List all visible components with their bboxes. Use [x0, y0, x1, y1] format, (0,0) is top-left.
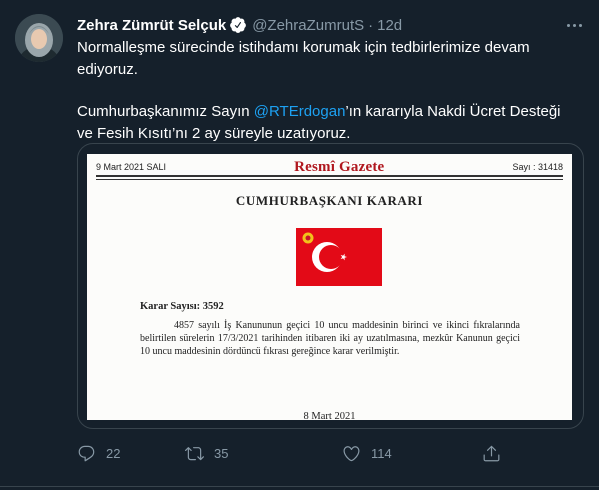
- gazette-header: 9 Mart 2021 SALI Resmî Gazete Sayı : 314…: [96, 158, 563, 176]
- like-icon: [343, 445, 360, 461]
- turkish-flag-icon: [296, 228, 382, 286]
- tweet-line-1: Normalleşme sürecinde istihdamı korumak …: [77, 39, 530, 78]
- avatar[interactable]: [15, 14, 63, 62]
- gazette-brand: Resmî Gazete: [294, 158, 385, 175]
- like-count: 114: [371, 445, 392, 461]
- reply-icon: [78, 445, 95, 461]
- verified-badge-icon: [229, 16, 247, 34]
- gazette-document: 9 Mart 2021 SALI Resmî Gazete Sayı : 314…: [87, 154, 572, 422]
- decision-title: CUMHURBAŞKANI KARARI: [235, 193, 424, 208]
- more-icon[interactable]: [563, 14, 585, 36]
- tweet-line-2: Cumhurbaşkanımız Sayın @RTErdogan’ın kar…: [77, 101, 577, 145]
- author-name[interactable]: Zehra Zümrüt Selçuk: [77, 17, 226, 34]
- decision-body: 4857 sayılı İş Kanununun geçici 10 uncu …: [140, 320, 520, 357]
- mention-link[interactable]: @RTErdogan: [254, 103, 346, 120]
- tweet-line-2-prefix: Cumhurbaşkanımız Sayın: [77, 103, 254, 120]
- tweet[interactable]: Zehra Zümrüt Selçuk @ZehraZumrutS · 12d …: [0, 0, 599, 490]
- reply-count: 22: [106, 445, 121, 461]
- divider: [0, 486, 599, 487]
- tweet-text: Normalleşme sürecinde istihdamı korumak …: [77, 37, 577, 145]
- media-card[interactable]: 9 Mart 2021 SALI Resmî Gazete Sayı : 314…: [77, 143, 584, 429]
- like-button[interactable]: 114: [342, 441, 392, 465]
- decision-date: 8 Mart 2021: [303, 411, 356, 422]
- share-icon: [483, 445, 500, 461]
- retweet-icon: [185, 446, 204, 460]
- author-handle[interactable]: @ZehraZumrutS: [252, 17, 364, 34]
- tweet-actions: 22 35 114: [77, 441, 517, 465]
- tweet-header: Zehra Zümrüt Selçuk @ZehraZumrutS · 12d: [77, 15, 402, 35]
- retweet-button[interactable]: 35: [185, 441, 228, 465]
- share-button[interactable]: [482, 441, 511, 465]
- separator: ·: [368, 16, 374, 34]
- retweet-count: 35: [214, 445, 229, 461]
- decision-number: Karar Sayısı: 3592: [140, 301, 224, 312]
- header-rule: [96, 175, 563, 177]
- gazette-date: 9 Mart 2021 SALI: [96, 162, 167, 172]
- reply-button[interactable]: 22: [77, 441, 120, 465]
- gazette-issue: Sayı : 31418: [512, 162, 563, 172]
- tweet-time[interactable]: 12d: [377, 17, 402, 34]
- header-rule-thin: [96, 179, 563, 180]
